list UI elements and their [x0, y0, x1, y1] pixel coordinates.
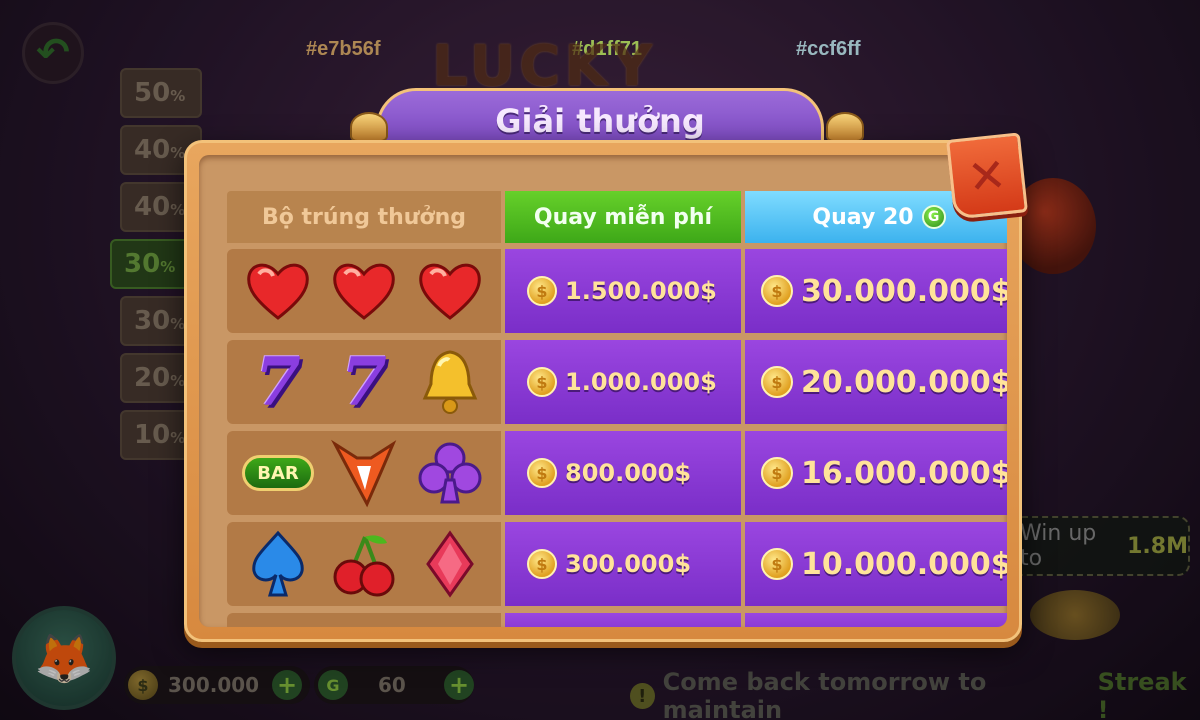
bell-icon: [414, 346, 486, 418]
heart-icon: [328, 255, 400, 327]
coin-icon: $: [527, 367, 557, 397]
paid-spin-prize-value: 30.000.000$: [801, 273, 1007, 309]
gem-currency-icon: G: [921, 205, 946, 229]
banner-curl-left-icon: [350, 112, 388, 142]
free-spin-prize: [505, 613, 741, 627]
paid-spin-prize: $ 30.000.000$: [745, 249, 1007, 333]
seven-icon: 7: [255, 343, 301, 421]
paid-spin-prize: $ 20.000.000$: [745, 340, 1007, 424]
prize-table-header: Bộ trúng thưởng Quay miễn phí Quay 20 G: [227, 191, 1007, 243]
coin-icon: $: [527, 549, 557, 579]
symbol-combo: [227, 249, 501, 333]
paid-spin-prize: $ 16.000.000$: [745, 431, 1007, 515]
column-header-combo: Bộ trúng thưởng: [227, 191, 501, 243]
table-row: BAR $ 800.000$ $ 16.000.000$: [227, 431, 1007, 515]
paid-spin-label: Quay 20: [812, 204, 914, 230]
bar-icon: BAR: [242, 437, 314, 509]
prize-table-panel: Bộ trúng thưởng Quay miễn phí Quay 20 G …: [199, 155, 1007, 627]
bar-label: BAR: [242, 455, 314, 491]
coin-icon: $: [527, 458, 557, 488]
table-row: 7 7 $ 1.000.000$ $ 20.000.000$: [227, 340, 1007, 424]
symbol-combo: [227, 522, 501, 606]
coin-icon: $: [527, 276, 557, 306]
paid-spin-prize-value: 20.000.000$: [801, 364, 1007, 400]
symbol-combo: [227, 613, 501, 627]
coin-icon: $: [761, 366, 793, 398]
free-spin-prize: $ 300.000$: [505, 522, 741, 606]
paid-spin-prize-value: 10.000.000$: [801, 546, 1007, 582]
free-spin-prize-value: 1.500.000$: [565, 277, 717, 305]
symbol-combo: BAR: [227, 431, 501, 515]
free-spin-prize-value: 800.000$: [565, 459, 692, 487]
heart-icon: [242, 255, 314, 327]
paid-spin-prize: [745, 613, 1007, 627]
prize-table: Bộ trúng thưởng Quay miễn phí Quay 20 G …: [227, 191, 1007, 627]
spade-icon: [242, 528, 314, 600]
prize-dialog: Bộ trúng thưởng Quay miễn phí Quay 20 G …: [184, 140, 1022, 642]
fox-icon: [328, 437, 400, 509]
free-spin-prize: $ 1.500.000$: [505, 249, 741, 333]
coin-icon: $: [761, 457, 793, 489]
heart-icon: [414, 255, 486, 327]
paid-spin-prize-value: 16.000.000$: [801, 455, 1007, 491]
table-row: $ 300.000$ $ 10.000.000$: [227, 522, 1007, 606]
seven-icon: 7: [341, 343, 387, 421]
free-spin-prize: $ 800.000$: [505, 431, 741, 515]
coin-icon: $: [761, 548, 793, 580]
table-row: $ 1.500.000$ $ 30.000.000$: [227, 249, 1007, 333]
coin-icon: $: [761, 275, 793, 307]
cherry-icon: [328, 528, 400, 600]
free-spin-prize-value: 300.000$: [565, 550, 692, 578]
symbol-combo: 7 7: [227, 340, 501, 424]
dialog-title: Giải thưởng: [495, 101, 705, 140]
banner-curl-right-icon: [826, 112, 864, 142]
free-spin-prize-value: 1.000.000$: [565, 368, 717, 396]
diamond-icon: [414, 528, 486, 600]
free-spin-prize: $ 1.000.000$: [505, 340, 741, 424]
column-header-free-spin: Quay miễn phí: [505, 191, 741, 243]
table-row-partial: [227, 613, 1007, 627]
club-icon: [414, 437, 486, 509]
close-button[interactable]: ✕: [946, 132, 1028, 220]
paid-spin-prize: $ 10.000.000$: [745, 522, 1007, 606]
